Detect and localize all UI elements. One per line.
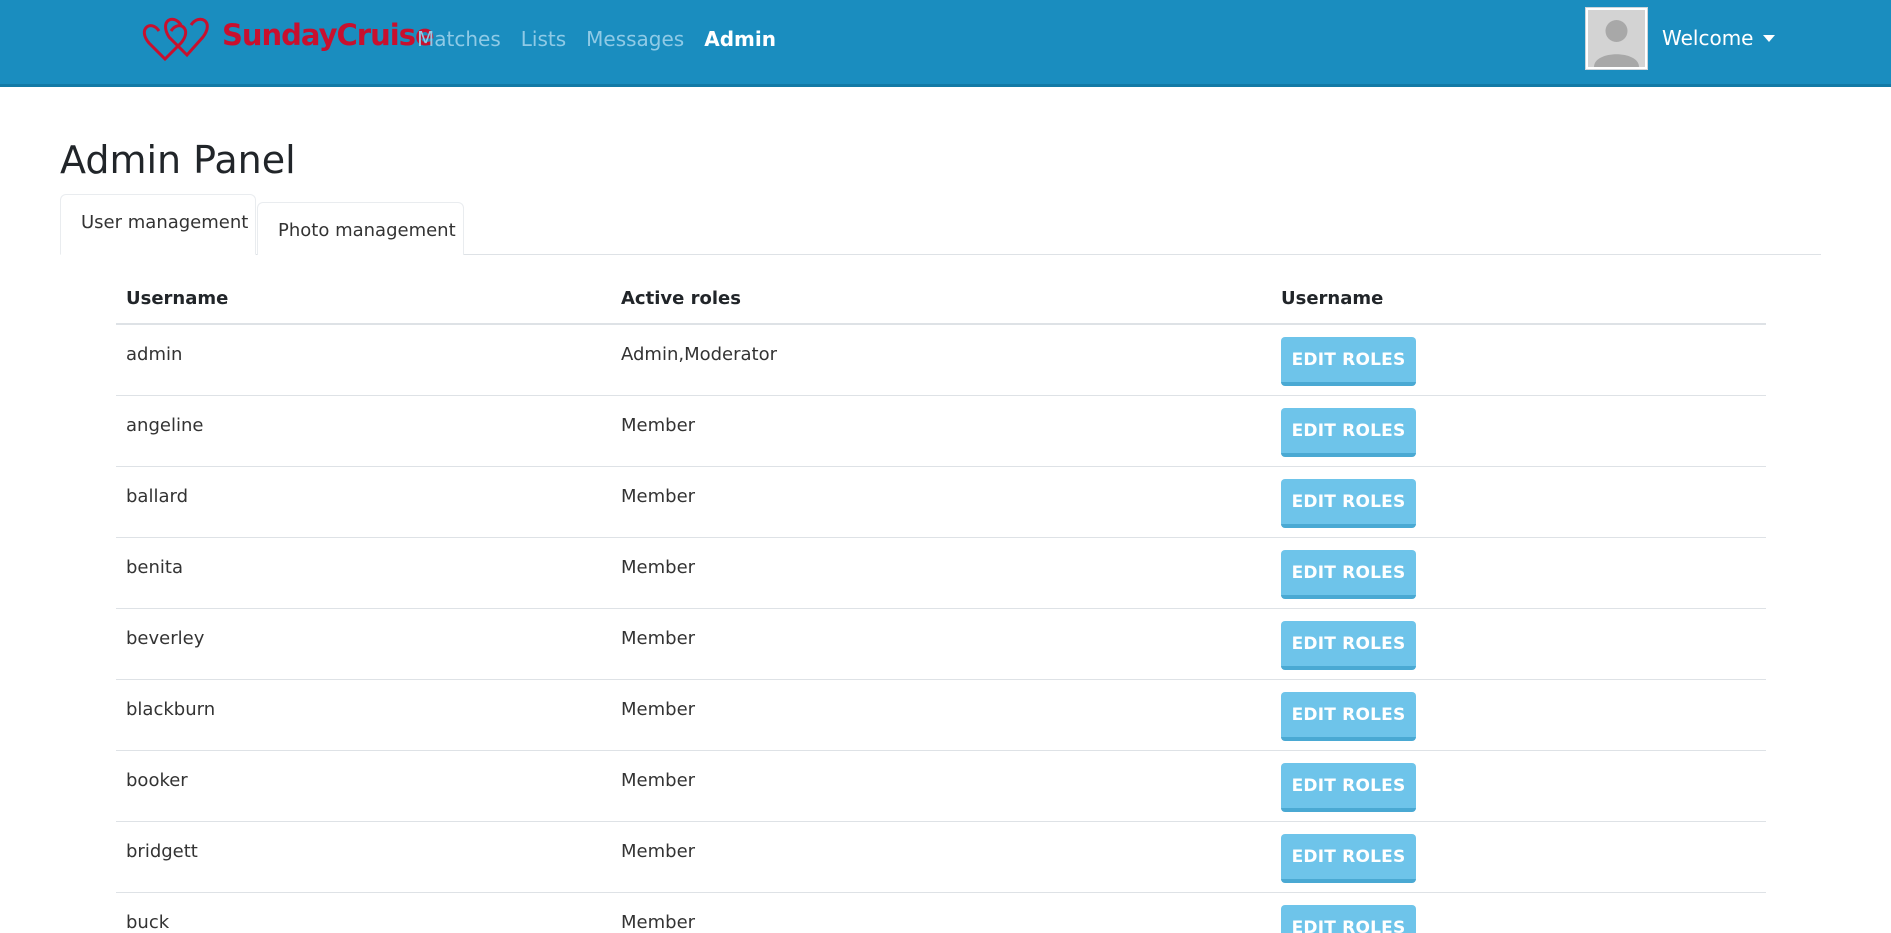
cell-username: benita [126, 557, 183, 578]
cell-roles: Member [621, 628, 696, 649]
brand-name[interactable]: SundayCruise [222, 16, 435, 54]
nav-link-lists[interactable]: Lists [521, 25, 566, 53]
table-row: bridgett Member EDIT ROLES [116, 822, 1766, 893]
edit-roles-button[interactable]: EDIT ROLES [1281, 550, 1416, 599]
page-title: Admin Panel [60, 138, 296, 182]
tab-user-management[interactable]: User management [60, 194, 256, 255]
nav-link-admin[interactable]: Admin [704, 25, 776, 53]
cell-username: angeline [126, 415, 204, 436]
edit-roles-button[interactable]: EDIT ROLES [1281, 834, 1416, 883]
cell-roles: Member [621, 557, 696, 578]
admin-tabs: User management Photo management [60, 194, 1821, 255]
nav-link-messages[interactable]: Messages [586, 25, 684, 53]
cell-username: booker [126, 770, 188, 791]
cell-username: blackburn [126, 699, 216, 720]
welcome-dropdown[interactable]: Welcome [1662, 24, 1776, 52]
cell-username: bridgett [126, 841, 198, 862]
cell-roles: Member [621, 770, 696, 791]
edit-roles-button[interactable]: EDIT ROLES [1281, 337, 1416, 386]
nav-link-matches[interactable]: Matches [417, 25, 501, 53]
cell-username: beverley [126, 628, 205, 649]
table-row: beverley Member EDIT ROLES [116, 609, 1766, 680]
nav-links: Matches Lists Messages Admin [417, 25, 796, 53]
table-row: blackburn Member EDIT ROLES [116, 680, 1766, 751]
user-placeholder-icon [1588, 10, 1645, 67]
users-table: Username Active roles Username admin Adm… [116, 270, 1766, 933]
tab-photo-management[interactable]: Photo management [257, 202, 464, 255]
edit-roles-button[interactable]: EDIT ROLES [1281, 621, 1416, 670]
table-row: benita Member EDIT ROLES [116, 538, 1766, 609]
table-row: angeline Member EDIT ROLES [116, 396, 1766, 467]
header-username-action: Username [1281, 288, 1384, 309]
table-header: Username Active roles Username [116, 270, 1766, 325]
edit-roles-button[interactable]: EDIT ROLES [1281, 479, 1416, 528]
table-row: buck Member EDIT ROLES [116, 893, 1766, 933]
cell-roles: Member [621, 912, 696, 933]
table-row: admin Admin,Moderator EDIT ROLES [116, 325, 1766, 396]
header-active-roles: Active roles [621, 288, 741, 309]
navbar: SundayCruise Matches Lists Messages Admi… [0, 0, 1891, 87]
hearts-logo-icon [142, 17, 209, 62]
brand-logo[interactable] [141, 11, 217, 67]
edit-roles-button[interactable]: EDIT ROLES [1281, 905, 1416, 933]
cell-username: admin [126, 344, 183, 365]
table-row: booker Member EDIT ROLES [116, 751, 1766, 822]
edit-roles-button[interactable]: EDIT ROLES [1281, 763, 1416, 812]
welcome-label: Welcome [1662, 26, 1754, 50]
cell-roles: Member [621, 486, 696, 507]
cell-username: ballard [126, 486, 188, 507]
avatar[interactable] [1585, 7, 1648, 70]
caret-down-icon [1763, 34, 1776, 42]
cell-roles: Member [621, 841, 696, 862]
edit-roles-button[interactable]: EDIT ROLES [1281, 692, 1416, 741]
cell-roles: Member [621, 415, 696, 436]
cell-username: buck [126, 912, 170, 933]
cell-roles: Admin,Moderator [621, 344, 778, 365]
edit-roles-button[interactable]: EDIT ROLES [1281, 408, 1416, 457]
header-username: Username [126, 288, 229, 309]
table-row: ballard Member EDIT ROLES [116, 467, 1766, 538]
cell-roles: Member [621, 699, 696, 720]
